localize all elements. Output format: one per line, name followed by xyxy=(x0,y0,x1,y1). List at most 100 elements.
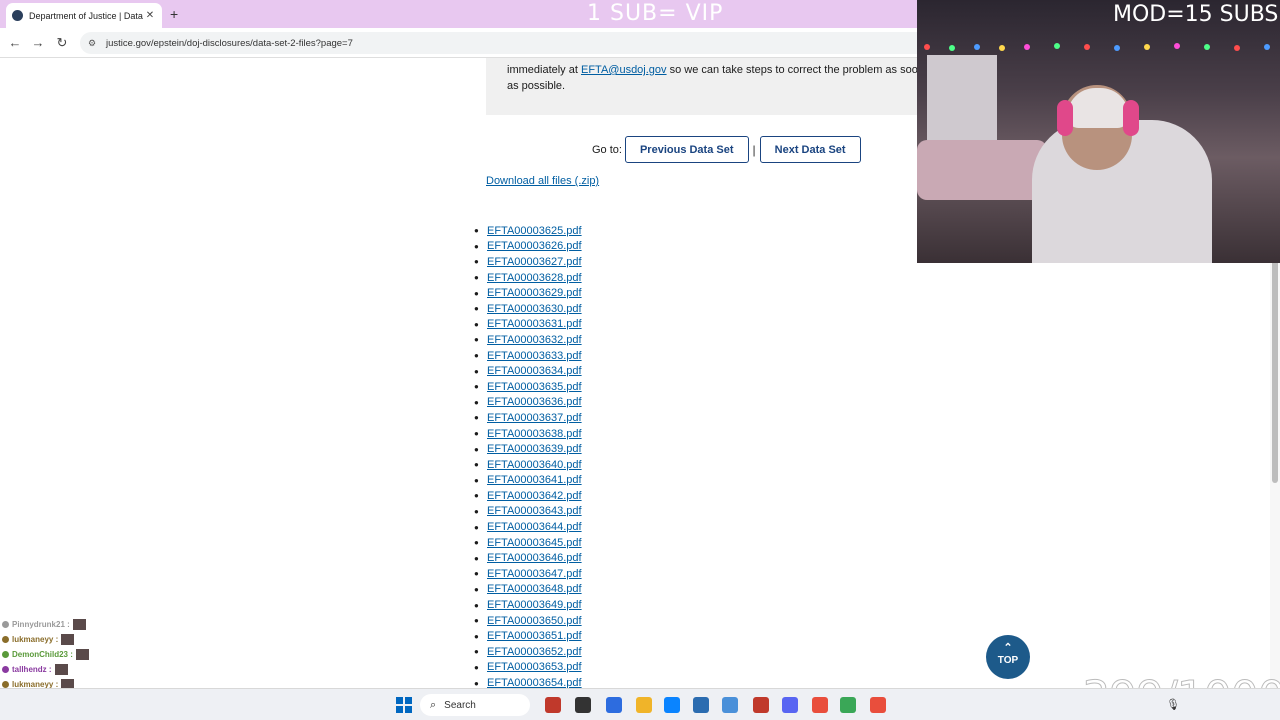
bullet-icon: ● xyxy=(474,460,479,470)
file-link[interactable]: EFTA00003629.pdf xyxy=(487,287,582,299)
bullet-icon: ● xyxy=(474,584,479,594)
file-link[interactable]: EFTA00003642.pdf xyxy=(487,490,582,502)
file-link[interactable]: EFTA00003649.pdf xyxy=(487,599,582,611)
file-list-item: ● EFTA00003630.pdf xyxy=(474,301,582,317)
scrollbar-thumb[interactable] xyxy=(1272,258,1278,483)
windows-start-icon[interactable] xyxy=(396,697,412,713)
bullet-icon: ● xyxy=(474,429,479,439)
back-to-top-button[interactable]: ⌃ TOP xyxy=(986,635,1030,679)
file-link[interactable]: EFTA00003625.pdf xyxy=(487,225,582,237)
file-link[interactable]: EFTA00003640.pdf xyxy=(487,459,582,471)
file-link[interactable]: EFTA00003653.pdf xyxy=(487,661,582,673)
chat-emote-icon xyxy=(75,649,89,660)
close-tab-icon[interactable]: ✕ xyxy=(144,10,156,21)
bullet-icon: ● xyxy=(474,506,479,516)
taskbar-app-icon[interactable] xyxy=(636,697,652,713)
file-link[interactable]: EFTA00003630.pdf xyxy=(487,303,582,315)
file-link[interactable]: EFTA00003652.pdf xyxy=(487,646,582,658)
file-list-item: ● EFTA00003651.pdf xyxy=(474,628,582,644)
file-link[interactable]: EFTA00003627.pdf xyxy=(487,256,582,268)
taskbar-app-icon[interactable] xyxy=(870,697,886,713)
file-list-item: ● EFTA00003647.pdf xyxy=(474,566,582,582)
bullet-icon: ● xyxy=(474,631,479,641)
bullet-icon: ● xyxy=(474,366,479,376)
chat-badge-icon xyxy=(2,666,9,673)
taskbar-app-icon[interactable] xyxy=(812,697,828,713)
file-link[interactable]: EFTA00003632.pdf xyxy=(487,334,582,346)
file-list-item: ● EFTA00003642.pdf xyxy=(474,488,582,504)
file-link[interactable]: EFTA00003636.pdf xyxy=(487,396,582,408)
file-list-item: ● EFTA00003653.pdf xyxy=(474,660,582,676)
previous-data-set-button[interactable]: Previous Data Set xyxy=(624,136,749,163)
email-link[interactable]: EFTA@usdoj.gov xyxy=(581,64,667,76)
chat-message: DemonChild23 : xyxy=(2,647,202,662)
taskbar-app-icon[interactable] xyxy=(722,697,738,713)
file-list-item: ● EFTA00003635.pdf xyxy=(474,379,582,395)
data-set-pager: Go to: Previous Data Set | Next Data Set xyxy=(592,136,861,163)
taskbar-app-icon[interactable] xyxy=(753,697,769,713)
site-info-icon[interactable]: ⚙ xyxy=(88,38,100,48)
file-link[interactable]: EFTA00003648.pdf xyxy=(487,583,582,595)
bullet-icon: ● xyxy=(474,444,479,454)
file-list-item: ● EFTA00003629.pdf xyxy=(474,285,582,301)
file-link[interactable]: EFTA00003639.pdf xyxy=(487,443,582,455)
taskbar-search[interactable]: ⌕ Search xyxy=(420,694,530,716)
forward-arrow-icon[interactable]: → xyxy=(29,34,47,52)
new-tab-button[interactable]: + xyxy=(170,6,178,22)
back-arrow-icon[interactable]: ← xyxy=(6,34,24,52)
bullet-icon: ● xyxy=(474,335,479,345)
file-list-item: ● EFTA00003649.pdf xyxy=(474,597,582,613)
file-link[interactable]: EFTA00003633.pdf xyxy=(487,350,582,362)
room-bed xyxy=(917,140,1047,200)
bullet-icon: ● xyxy=(474,397,479,407)
taskbar-app-icon[interactable] xyxy=(545,697,561,713)
reload-icon[interactable]: ↻ xyxy=(53,34,71,52)
taskbar-app-icon[interactable] xyxy=(840,697,856,713)
bullet-icon: ● xyxy=(474,647,479,657)
file-list-item: ● EFTA00003625.pdf xyxy=(474,223,582,239)
browser-tab[interactable]: Department of Justice | Data Se ✕ xyxy=(6,3,162,28)
file-link[interactable]: EFTA00003638.pdf xyxy=(487,428,582,440)
chat-badge-icon xyxy=(2,636,9,643)
chat-emote-icon xyxy=(54,664,68,675)
notice-box: immediately at EFTA@usdoj.gov so we can … xyxy=(486,58,926,115)
file-link[interactable]: EFTA00003651.pdf xyxy=(487,630,582,642)
file-list-item: ● EFTA00003646.pdf xyxy=(474,550,582,566)
file-link[interactable]: EFTA00003641.pdf xyxy=(487,474,582,486)
file-link[interactable]: EFTA00003628.pdf xyxy=(487,272,582,284)
file-link[interactable]: EFTA00003643.pdf xyxy=(487,505,582,517)
tab-title: Department of Justice | Data Se xyxy=(29,10,144,21)
file-link[interactable]: EFTA00003644.pdf xyxy=(487,521,582,533)
chevron-up-icon: ⌃ xyxy=(1003,642,1013,654)
file-link[interactable]: EFTA00003647.pdf xyxy=(487,568,582,580)
chat-badge-icon xyxy=(2,681,9,688)
taskbar-app-icon[interactable] xyxy=(664,697,680,713)
file-list-item: ● EFTA00003645.pdf xyxy=(474,535,582,551)
microphone-icon[interactable]: 🎙 xyxy=(1166,698,1180,711)
taskbar-app-icon[interactable] xyxy=(693,697,709,713)
pager-separator: | xyxy=(752,142,756,157)
chat-emote-icon xyxy=(72,619,86,630)
file-link[interactable]: EFTA00003635.pdf xyxy=(487,381,582,393)
taskbar-app-icon[interactable] xyxy=(575,697,591,713)
next-data-set-button[interactable]: Next Data Set xyxy=(759,136,861,163)
file-list-item: ● EFTA00003643.pdf xyxy=(474,504,582,520)
taskbar-app-icon[interactable] xyxy=(606,697,622,713)
bullet-icon: ● xyxy=(474,522,479,532)
file-link[interactable]: EFTA00003645.pdf xyxy=(487,537,582,549)
bullet-icon: ● xyxy=(474,273,479,283)
file-link[interactable]: EFTA00003634.pdf xyxy=(487,365,582,377)
file-link[interactable]: EFTA00003637.pdf xyxy=(487,412,582,424)
file-link[interactable]: EFTA00003646.pdf xyxy=(487,552,582,564)
chat-message: tallhendz : xyxy=(2,662,202,677)
file-list-item: ● EFTA00003636.pdf xyxy=(474,395,582,411)
bullet-icon: ● xyxy=(474,600,479,610)
chat-message: Pinnydrunk21 : xyxy=(2,617,202,632)
download-all-link[interactable]: Download all files (.zip) xyxy=(486,175,599,187)
file-link[interactable]: EFTA00003631.pdf xyxy=(487,318,582,330)
headphone-left xyxy=(1057,100,1073,136)
taskbar-app-icon[interactable] xyxy=(782,697,798,713)
file-link[interactable]: EFTA00003626.pdf xyxy=(487,240,582,252)
bullet-icon: ● xyxy=(474,553,479,563)
file-link[interactable]: EFTA00003650.pdf xyxy=(487,615,582,627)
